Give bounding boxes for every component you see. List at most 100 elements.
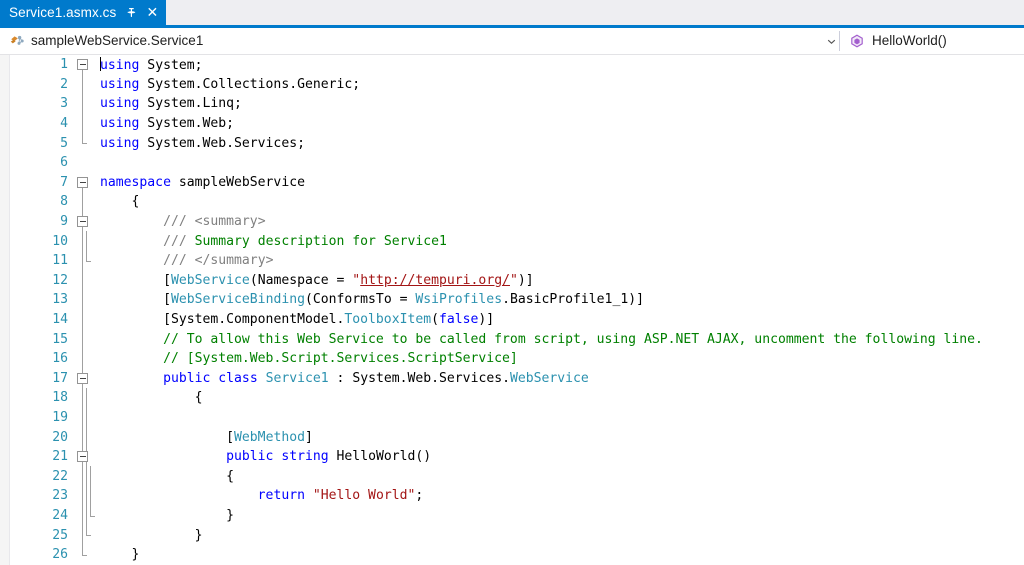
code-line-text[interactable]: namespace sampleWebService xyxy=(96,175,1024,190)
code-line[interactable]: 8 { xyxy=(10,192,1024,212)
member-dropdown[interactable]: HelloWorld() xyxy=(840,28,1024,54)
line-number: 5 xyxy=(10,136,74,151)
code-line[interactable]: 16 // [System.Web.Script.Services.Script… xyxy=(10,349,1024,369)
code-line-text[interactable]: [System.ComponentModel.ToolboxItem(false… xyxy=(96,312,1024,327)
code-line-text[interactable]: [WebServiceBinding(ConformsTo = WsiProfi… xyxy=(96,292,1024,307)
code-line-text[interactable]: public string HelloWorld() xyxy=(96,449,1024,464)
code-line[interactable]: 2using System.Collections.Generic; xyxy=(10,75,1024,95)
fold-margin-cell[interactable] xyxy=(74,388,96,408)
pin-icon[interactable] xyxy=(125,6,138,19)
code-line-text[interactable]: return "Hello World"; xyxy=(96,488,1024,503)
fold-margin-cell[interactable] xyxy=(74,427,96,447)
fold-margin-cell[interactable] xyxy=(74,310,96,330)
collapse-toggle-icon[interactable] xyxy=(77,59,88,70)
line-number: 1 xyxy=(10,57,74,72)
code-line[interactable]: 25 } xyxy=(10,525,1024,545)
code-line-text[interactable]: [WebService(Namespace = "http://tempuri.… xyxy=(96,273,1024,288)
fold-margin-cell[interactable] xyxy=(74,329,96,349)
fold-margin-cell[interactable] xyxy=(74,192,96,212)
fold-margin-cell[interactable] xyxy=(74,55,96,75)
fold-margin-cell[interactable] xyxy=(74,114,96,134)
code-line[interactable]: 26 } xyxy=(10,545,1024,565)
code-line[interactable]: 9 /// <summary> xyxy=(10,212,1024,232)
code-line-text[interactable]: /// <summary> xyxy=(96,214,1024,229)
fold-margin-cell[interactable] xyxy=(74,251,96,271)
fold-margin-cell[interactable] xyxy=(74,153,96,173)
code-line[interactable]: 22 { xyxy=(10,466,1024,486)
fold-margin-cell[interactable] xyxy=(74,408,96,428)
fold-margin-cell[interactable] xyxy=(74,94,96,114)
code-line-text[interactable]: { xyxy=(96,469,1024,484)
code-surface[interactable]: 1 using System; 2using System.Collections.… xyxy=(10,55,1024,565)
fold-margin-cell[interactable] xyxy=(74,212,96,232)
collapse-toggle-icon[interactable] xyxy=(77,177,88,188)
code-line-text[interactable]: // [System.Web.Script.Services.ScriptSer… xyxy=(96,351,1024,366)
code-line[interactable]: 5 using System.Web.Services; xyxy=(10,133,1024,153)
fold-guide-line xyxy=(82,290,83,310)
fold-margin-cell[interactable] xyxy=(74,271,96,291)
code-line-text[interactable]: using System.Web; xyxy=(96,116,1024,131)
fold-margin-cell[interactable] xyxy=(74,486,96,506)
code-line[interactable]: 24 } xyxy=(10,506,1024,526)
code-line[interactable]: 23 return "Hello World"; xyxy=(10,486,1024,506)
code-line[interactable]: 3 using System.Linq; xyxy=(10,94,1024,114)
collapse-toggle-icon[interactable] xyxy=(77,451,88,462)
collapse-toggle-icon[interactable] xyxy=(77,216,88,227)
chevron-down-icon[interactable] xyxy=(823,28,839,54)
close-icon[interactable]: ✕ xyxy=(145,6,159,20)
code-line[interactable]: 18 { xyxy=(10,388,1024,408)
code-line-text[interactable]: /// </summary> xyxy=(96,253,1024,268)
code-line-text[interactable]: // To allow this Web Service to be calle… xyxy=(96,332,1024,347)
code-line-text[interactable]: } xyxy=(96,508,1024,523)
code-token: <summary> xyxy=(195,214,266,229)
code-line-text[interactable]: using System.Linq; xyxy=(96,96,1024,111)
code-line[interactable]: 19 xyxy=(10,408,1024,428)
code-line-text[interactable]: { xyxy=(96,390,1024,405)
code-token: System.Web.Services; xyxy=(139,136,305,151)
code-line[interactable]: 13 [WebServiceBinding(ConformsTo = WsiPr… xyxy=(10,290,1024,310)
fold-margin-cell[interactable] xyxy=(74,545,96,565)
code-line-text[interactable]: [WebMethod] xyxy=(96,430,1024,445)
fold-guide-line xyxy=(90,466,91,486)
fold-margin-cell[interactable] xyxy=(74,75,96,95)
type-dropdown[interactable]: sampleWebService.Service1 xyxy=(0,28,823,54)
fold-margin-cell[interactable] xyxy=(74,290,96,310)
fold-margin-cell[interactable] xyxy=(74,173,96,193)
code-line-text[interactable]: } xyxy=(96,528,1024,543)
fold-margin-cell[interactable] xyxy=(74,349,96,369)
fold-margin-cell[interactable] xyxy=(74,506,96,526)
code-line-text[interactable]: using System; xyxy=(96,57,1024,73)
code-line-text[interactable]: using System.Collections.Generic; xyxy=(96,77,1024,92)
collapse-toggle-icon[interactable] xyxy=(77,373,88,384)
code-line-text[interactable]: } xyxy=(96,547,1024,562)
code-line[interactable]: 7namespace sampleWebService xyxy=(10,173,1024,193)
fold-margin-cell[interactable] xyxy=(74,133,96,153)
line-number: 4 xyxy=(10,116,74,131)
tab-service1-asmx-cs[interactable]: Service1.asmx.cs ✕ xyxy=(0,0,166,25)
code-line[interactable]: 17 public class Service1 : System.Web.Se… xyxy=(10,369,1024,389)
code-line-text[interactable]: /// Summary description for Service1 xyxy=(96,234,1024,249)
code-line[interactable]: 14 [System.ComponentModel.ToolboxItem(fa… xyxy=(10,310,1024,330)
fold-margin-cell[interactable] xyxy=(74,231,96,251)
code-token: using xyxy=(100,116,139,131)
code-editor[interactable]: 1 using System; 2using System.Collections.… xyxy=(0,55,1024,565)
code-line-text[interactable]: public class Service1 : System.Web.Servi… xyxy=(96,371,1024,386)
code-line[interactable]: 12 [WebService(Namespace = "http://tempu… xyxy=(10,271,1024,291)
code-line[interactable]: 6 xyxy=(10,153,1024,173)
fold-margin-cell[interactable] xyxy=(74,466,96,486)
line-number: 10 xyxy=(10,234,74,249)
code-line[interactable]: 4 using System.Web; xyxy=(10,114,1024,134)
fold-margin-cell[interactable] xyxy=(74,447,96,467)
fold-margin-cell[interactable] xyxy=(74,369,96,389)
code-line-text[interactable]: using System.Web.Services; xyxy=(96,136,1024,151)
fold-guide-line xyxy=(82,408,83,428)
line-number: 3 xyxy=(10,96,74,111)
code-line[interactable]: 11 /// </summary> xyxy=(10,251,1024,271)
fold-margin-cell[interactable] xyxy=(74,525,96,545)
code-line[interactable]: 10 /// Summary description for Service1 xyxy=(10,231,1024,251)
code-line[interactable]: 1 using System; xyxy=(10,55,1024,75)
code-line[interactable]: 15 // To allow this Web Service to be ca… xyxy=(10,329,1024,349)
code-line[interactable]: 21 public string HelloWorld() xyxy=(10,447,1024,467)
code-line-text[interactable]: { xyxy=(96,194,1024,209)
code-line[interactable]: 20 [WebMethod] xyxy=(10,427,1024,447)
